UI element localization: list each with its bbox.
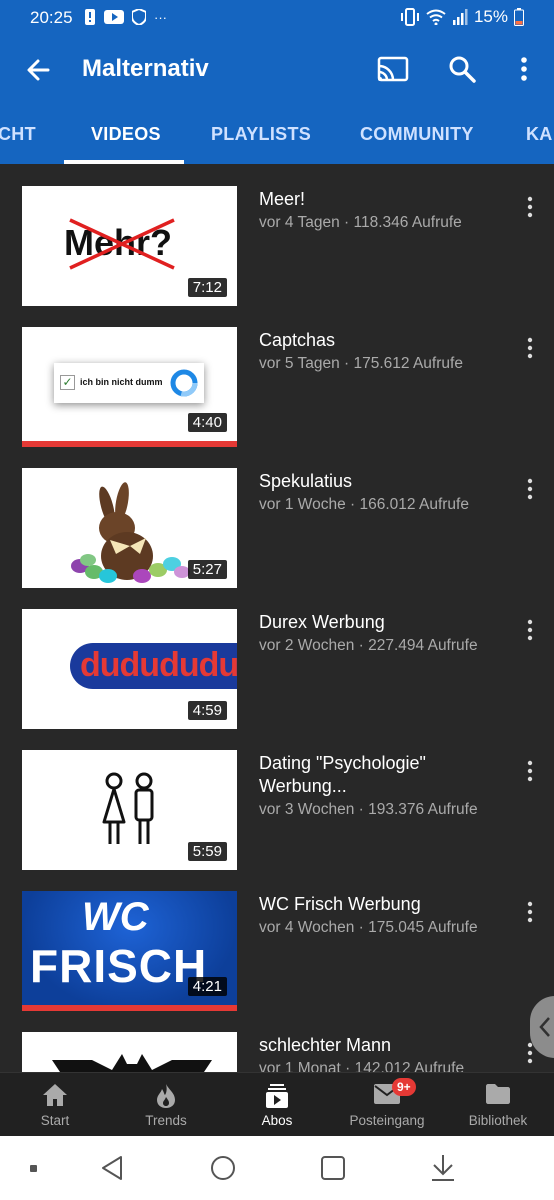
frisch-text: FRISCH [30,940,208,992]
video-item[interactable]: schlechter Mann vor 1 Monat · 142.012 Au… [0,1010,554,1072]
nav-label: Posteingang [349,1113,425,1128]
channel-tabs: CHT VIDEOS PLAYLISTS COMMUNITY KA [0,104,554,164]
video-meta: vor 2 Wochen · 227.494 Aufrufe [259,637,478,654]
signal-icon [452,9,468,25]
video-meta: vor 3 Wochen · 193.376 Aufrufe [259,801,478,818]
video-meta: vor 5 Tagen · 175.612 Aufrufe [259,355,463,372]
video-title[interactable]: schlechter Mann [259,1034,499,1057]
durex-banner: dudududud [70,643,237,689]
video-title[interactable]: Captchas [259,329,499,352]
video-thumbnail[interactable]: 5:27 [22,468,237,588]
nav-abos[interactable]: Abos [222,1073,332,1137]
video-duration: 4:21 [187,977,227,996]
vibrate-icon [400,8,419,26]
video-item[interactable]: 5:59 Dating "Psychologie" Werbung... vor… [0,728,554,870]
alert-icon [85,9,95,25]
video-title[interactable]: Meer! [259,188,499,211]
youtube-status-icon [104,10,124,24]
chevron-left-icon [539,1017,550,1037]
video-more-icon[interactable] [520,476,540,502]
durex-banner-text: dudududud [80,646,237,684]
folder-icon [486,1084,510,1104]
wifi-icon [426,9,446,25]
video-duration: 4:59 [187,701,227,720]
more-vert-icon[interactable] [512,54,536,84]
nav-dot-icon [30,1165,37,1172]
status-more: ··· [154,9,167,25]
video-thumbnail[interactable]: Mehr? 7:12 [22,186,237,306]
video-more-icon[interactable] [520,899,540,925]
captcha-box: ✓ ich bin nicht dumm [54,363,204,403]
checkbox-icon: ✓ [60,375,75,390]
back-arrow-icon[interactable] [24,56,52,84]
system-download-icon[interactable] [430,1154,456,1182]
cross-out-mark [69,218,175,270]
nav-bibliothek[interactable]: Bibliothek [443,1073,553,1137]
flame-icon [157,1084,175,1108]
tab-community[interactable]: COMMUNITY [360,124,474,145]
home-icon [43,1084,67,1106]
nav-start[interactable]: Start [0,1073,110,1137]
video-title[interactable]: Durex Werbung [259,611,499,634]
system-back-icon[interactable] [100,1155,124,1181]
wc-text: WC [82,895,149,939]
video-thumbnail[interactable]: dudududud 4:59 [22,609,237,729]
video-more-icon[interactable] [520,194,540,220]
video-thumbnail[interactable]: ✓ ich bin nicht dumm 4:40 [22,327,237,447]
notification-badge: 9+ [392,1078,416,1096]
couple-icon [102,772,154,844]
video-list[interactable]: Mehr? 7:12 Meer! vor 4 Tagen · 118.346 A… [0,164,554,1072]
search-icon[interactable] [448,54,476,84]
nav-label: Abos [261,1113,293,1128]
tab-channels[interactable]: KA [526,124,553,145]
app-bar: Malternativ [0,36,554,104]
channel-title: Malternativ [82,55,209,82]
video-more-icon[interactable] [520,758,540,784]
video-title[interactable]: WC Frisch Werbung [259,893,499,916]
shield-icon [132,9,146,25]
bottom-navigation: Start Trends Abos 9+ Posteingang Bibliot… [0,1072,554,1136]
subscriptions-icon [266,1084,288,1108]
system-recents-icon[interactable] [321,1156,345,1180]
battery-percent: 15% [473,7,508,26]
tab-videos[interactable]: VIDEOS [91,124,161,145]
video-duration: 5:59 [187,842,227,861]
tab-overview[interactable]: CHT [0,124,36,145]
video-duration: 7:12 [187,278,227,297]
tab-playlists[interactable]: PLAYLISTS [211,124,311,145]
video-meta: vor 4 Wochen · 175.045 Aufrufe [259,919,478,936]
video-item[interactable]: 5:27 Spekulatius vor 1 Woche · 166.012 A… [0,446,554,588]
video-title[interactable]: Spekulatius [259,470,499,493]
video-item[interactable]: ✓ ich bin nicht dumm 4:40 Captchas vor 5… [0,305,554,447]
video-meta: vor 1 Monat · 142.012 Aufrufe [259,1060,465,1072]
video-duration: 4:40 [187,413,227,432]
video-item[interactable]: Mehr? 7:12 Meer! vor 4 Tagen · 118.346 A… [0,164,554,306]
video-item[interactable]: WC FRISCH 4:21 WC Frisch Werbung vor 4 W… [0,869,554,1011]
nav-label: Start [40,1113,70,1128]
video-meta: vor 4 Tagen · 118.346 Aufrufe [259,214,462,231]
captcha-label: ich bin nicht dumm [80,377,163,387]
video-duration: 5:27 [187,560,227,579]
system-home-icon[interactable] [210,1155,236,1181]
recaptcha-icon [170,369,198,397]
video-title[interactable]: Dating "Psychologie" Werbung... [259,752,499,798]
video-item[interactable]: dudududud 4:59 Durex Werbung vor 2 Woche… [0,587,554,729]
cast-icon[interactable] [376,56,410,84]
nav-label: Bibliothek [468,1113,528,1128]
status-time: 20:25 [30,8,73,27]
nav-label: Trends [145,1113,187,1128]
nav-trends[interactable]: Trends [111,1073,221,1137]
nav-posteingang[interactable]: 9+ Posteingang [332,1073,442,1137]
video-thumbnail[interactable]: 5:59 [22,750,237,870]
video-more-icon[interactable] [520,335,540,361]
system-navigation-bar [0,1136,554,1200]
status-bar: 20:25 ··· 15% [0,0,554,36]
video-thumbnail[interactable]: WC FRISCH 4:21 [22,891,237,1011]
video-meta: vor 1 Woche · 166.012 Aufrufe [259,496,469,513]
batman-logo [52,1054,212,1072]
battery-icon [514,8,524,26]
video-more-icon[interactable] [520,617,540,643]
video-thumbnail[interactable] [22,1032,237,1072]
